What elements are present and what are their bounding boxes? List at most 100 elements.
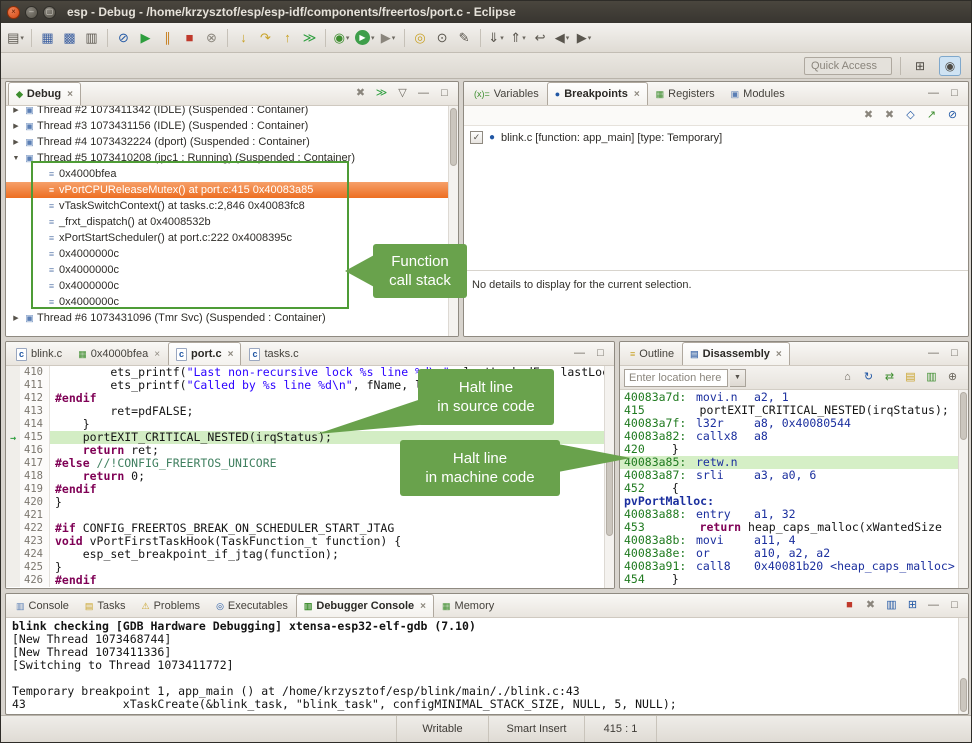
- remove-all-breakpoints-icon[interactable]: ✖: [881, 107, 898, 124]
- maximize-view-icon[interactable]: □: [946, 85, 963, 102]
- disasm-scrollbar[interactable]: [958, 390, 968, 588]
- home-icon[interactable]: ⌂: [839, 369, 856, 386]
- console-scrollbar[interactable]: [958, 618, 968, 714]
- close-icon[interactable]: ×: [776, 349, 782, 360]
- terminate-icon[interactable]: ■: [841, 597, 858, 614]
- editor-scrollbar[interactable]: [604, 366, 614, 588]
- code-text[interactable]: esp_set_breakpoint_if_jtag(function);: [50, 548, 614, 561]
- stack-frame-row[interactable]: ≡vPortCPUReleaseMutex() at port.c:415 0x…: [6, 182, 458, 198]
- disasm-area[interactable]: 40083a7d:movi.na2, 1415 portEXIT_CRITICA…: [620, 390, 968, 588]
- tab-console[interactable]: ▥Console: [8, 594, 77, 617]
- marker-bar[interactable]: [6, 470, 20, 483]
- thread-row[interactable]: ▶▣Thread #3 1073431156 (IDLE) (Suspended…: [6, 118, 458, 134]
- remove-all-terminated-icon[interactable]: ✖: [352, 85, 369, 102]
- step-into-button[interactable]: ↓: [233, 27, 254, 49]
- step-over-button[interactable]: ↷: [255, 27, 276, 49]
- thread-row[interactable]: ▶▣Thread #2 1073411342 (IDLE) (Suspended…: [6, 106, 458, 118]
- marker-bar[interactable]: [6, 522, 20, 535]
- close-icon[interactable]: ×: [228, 349, 234, 360]
- forward-button[interactable]: ▶▾: [574, 27, 595, 49]
- mark-occurrences-toggle[interactable]: ✎: [454, 27, 475, 49]
- location-dropdown-icon[interactable]: ▼: [730, 369, 746, 387]
- suspend-button[interactable]: ∥: [157, 27, 178, 49]
- stack-frame-row[interactable]: ≡_frxt_dispatch() at 0x4008532b: [6, 214, 458, 230]
- maximize-view-icon[interactable]: □: [946, 597, 963, 614]
- disasm-line[interactable]: 454 }: [624, 573, 968, 586]
- quick-access-input[interactable]: Quick Access: [804, 57, 892, 75]
- minimize-view-icon[interactable]: —: [925, 85, 942, 102]
- maximize-view-icon[interactable]: □: [946, 345, 963, 362]
- marker-bar[interactable]: [6, 366, 20, 379]
- tab-registers[interactable]: ▦Registers: [648, 82, 723, 105]
- maximize-view-icon[interactable]: □: [592, 345, 609, 362]
- marker-bar[interactable]: [6, 574, 20, 587]
- save-all-button[interactable]: ▩: [59, 27, 80, 49]
- tab-outline[interactable]: ≡Outline: [622, 342, 682, 365]
- marker-bar[interactable]: [6, 548, 20, 561]
- titlebar[interactable]: × – ▢ esp - Debug - /home/krzysztof/esp/…: [1, 1, 971, 23]
- twisty-icon[interactable]: ▼: [10, 155, 22, 162]
- debug-perspective-button[interactable]: ◉: [939, 56, 961, 76]
- resume-button[interactable]: ▶: [135, 27, 156, 49]
- open-element-button[interactable]: ◎: [410, 27, 431, 49]
- skip-all-breakpoints-button[interactable]: ⊘: [113, 27, 134, 49]
- thread-row[interactable]: ▼▣Thread #5 1073410208 (ipc1 : Running) …: [6, 150, 458, 166]
- close-icon[interactable]: ×: [67, 89, 73, 100]
- marker-bar[interactable]: [6, 405, 20, 418]
- terminate-button[interactable]: ■: [179, 27, 200, 49]
- external-tools-dropdown-button[interactable]: ▶▾: [378, 27, 399, 49]
- next-annotation-button[interactable]: ⇓▾: [486, 27, 507, 49]
- stack-frame-row[interactable]: ≡0x4000bfea: [6, 166, 458, 182]
- console-output[interactable]: [New Thread 1073468744][New Thread 10734…: [12, 633, 962, 711]
- code-text[interactable]: #endif: [50, 574, 614, 587]
- refresh-icon[interactable]: ↻: [860, 369, 877, 386]
- tab-tasks-c[interactable]: ctasks.c: [241, 342, 306, 365]
- search-button[interactable]: ⊙: [432, 27, 453, 49]
- track-expression-icon[interactable]: ▥: [923, 369, 940, 386]
- tab-0x4000bfea[interactable]: ▦0x4000bfea×: [70, 342, 168, 365]
- breakpoint-item[interactable]: ✓ ● blink.c [function: app_main] [type: …: [464, 126, 968, 149]
- remove-launch-icon[interactable]: ✖: [862, 597, 879, 614]
- marker-bar[interactable]: [6, 457, 20, 470]
- open-perspective-button[interactable]: ⊞: [909, 56, 931, 76]
- tab-blink-c[interactable]: cblink.c: [8, 342, 70, 365]
- marker-bar[interactable]: [6, 483, 20, 496]
- tab-memory[interactable]: ▦Memory: [434, 594, 502, 617]
- marker-bar[interactable]: [6, 509, 20, 522]
- close-icon[interactable]: ×: [420, 601, 426, 612]
- tab-breakpoints[interactable]: ●Breakpoints×: [547, 82, 648, 105]
- close-icon[interactable]: ×: [154, 349, 160, 360]
- twisty-icon[interactable]: ▶: [10, 314, 22, 322]
- location-input[interactable]: Enter location here: [624, 369, 728, 387]
- tab-variables[interactable]: (x)=Variables: [466, 82, 547, 105]
- last-edit-location-button[interactable]: ↩: [530, 27, 551, 49]
- marker-bar[interactable]: [6, 496, 20, 509]
- tab-problems[interactable]: ⚠Problems: [134, 594, 209, 617]
- previous-annotation-button[interactable]: ⇑▾: [508, 27, 529, 49]
- instruction-stepping-mode-icon[interactable]: ≫: [373, 85, 390, 102]
- window-maximize-button[interactable]: ▢: [43, 6, 56, 19]
- breakpoint-checkbox[interactable]: ✓: [470, 131, 483, 144]
- minimize-view-icon[interactable]: —: [415, 85, 432, 102]
- minimize-view-icon[interactable]: —: [925, 597, 942, 614]
- marker-bar[interactable]: [6, 418, 20, 431]
- step-return-button[interactable]: ↑: [277, 27, 298, 49]
- twisty-icon[interactable]: ▶: [10, 122, 22, 130]
- back-button[interactable]: ◀▾: [552, 27, 573, 49]
- instruction-stepping-toggle[interactable]: ≫: [299, 27, 320, 49]
- show-source-toggle-icon[interactable]: ▤: [902, 369, 919, 386]
- run-dropdown-button[interactable]: ▶▾: [353, 27, 377, 49]
- marker-bar[interactable]: [6, 535, 20, 548]
- code-text[interactable]: void vPortFirstTaskHook(TaskFunction_t f…: [50, 535, 614, 548]
- marker-bar[interactable]: →: [6, 431, 20, 444]
- debug-tree[interactable]: ▶▣Thread #2 1073411342 (IDLE) (Suspended…: [6, 106, 458, 336]
- marker-bar[interactable]: [6, 444, 20, 457]
- tab-disassembly[interactable]: ▤Disassembly×: [682, 342, 790, 365]
- go-to-file-for-breakpoint-icon[interactable]: ↗: [923, 107, 940, 124]
- thread-row[interactable]: ▶▣Thread #4 1073432224 (dport) (Suspende…: [6, 134, 458, 150]
- debug-scrollbar[interactable]: [448, 106, 458, 336]
- console-body[interactable]: blink checking [GDB Hardware Debugging] …: [6, 618, 968, 714]
- window-minimize-button[interactable]: –: [25, 6, 38, 19]
- view-menu-icon[interactable]: ▽: [394, 85, 411, 102]
- scrollbar-thumb[interactable]: [960, 392, 967, 440]
